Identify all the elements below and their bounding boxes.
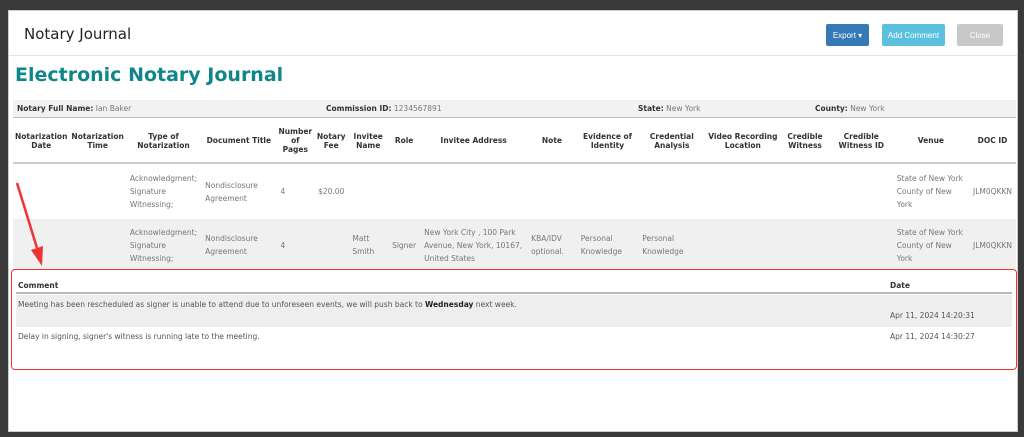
notary-name: Notary Full Name: Ian Baker [17,104,132,113]
commission-id: Commission ID: 1234567891 [326,104,442,113]
table-cell: State of New York County of New York [896,174,963,209]
state: State: New York [638,104,701,113]
table-cell: Nondisclosure Agreement [205,234,258,256]
table-cell: State of New York County of New York [896,227,963,263]
modal-title: Notary Journal [24,25,132,43]
county: County: New York [815,104,885,113]
notary-journal-modal: Notary Journal Export ▾ Add Comment Clos… [8,10,1018,432]
comment-row: Delay in signing, signer's witness is ru… [16,327,1012,347]
column-header: Venue [892,119,970,164]
date-column-header: Date [890,281,910,290]
page-title: Electronic Notary Journal [15,64,284,86]
table-cell: 4 [280,187,286,196]
table-cell: Nondisclosure Agreement [205,180,258,203]
table-cell [780,163,830,219]
comment-column-header: Comment [18,281,59,290]
table-cell: Personal Knowledge [642,234,684,256]
table-cell: JLM0QKKN [973,187,1012,196]
table-cell: New York City , 100 Park Avenue, New Yor… [424,227,523,263]
column-header: DOC ID [969,119,1016,164]
table-cell: $20.00 [318,187,345,196]
table-cell [705,163,780,219]
table-cell [420,163,527,219]
comments-header: Comment Date [16,278,1012,294]
table-cell [13,219,69,271]
table-cell [830,219,893,271]
column-header: Evidence of Identity [576,119,639,164]
comment-date: Apr 11, 2024 14:30:27 [890,332,975,341]
table-cell [830,163,893,219]
comment-date: Apr 11, 2024 14:20:31 [890,311,975,320]
table-cell: 4 [280,240,286,250]
table-cell [13,163,69,219]
table-cell [705,219,780,271]
table-cell [314,219,348,271]
column-header: Invitee Name [348,119,389,164]
comment-text: Meeting has been rescheduled as signer i… [18,300,517,309]
column-header: Notarization Date [13,119,70,164]
column-header: Invitee Address [420,119,528,164]
column-header: Notarization Time [69,119,126,164]
export-button[interactable]: Export ▾ [826,24,869,46]
modal-header: Notary Journal Export ▾ Add Comment Clos… [9,11,1017,56]
table-cell: Acknowledgment; Signature Witnessing; [129,174,198,209]
table-cell: KBA/IDV optional. [531,234,564,256]
journal-table: Notarization Date Notarization Time Type o… [13,119,1016,271]
column-header: Credential Analysis [638,119,706,164]
table-cell [638,163,705,219]
column-header: Notary Fee [314,119,349,164]
column-header: Note [527,119,577,164]
table-cell: Personal Knowledge [580,234,622,256]
table-cell [577,163,638,219]
table-header: Notarization Date Notarization Time Type o… [13,119,1016,164]
column-header: Document Title [201,119,277,164]
table-row: Acknowledgment; Signature Witnessing; Non… [13,219,1016,271]
table-cell: Acknowledgment; Signature Witnessing; [129,227,198,263]
table-cell [348,163,388,219]
table-cell [527,163,577,219]
column-header: Number of Pages [276,119,315,164]
comments-section: Comment Date Meeting has been reschedule… [11,269,1017,370]
table-cell [69,219,125,271]
add-comment-button[interactable]: Add Comment [882,24,945,46]
table-cell [780,219,830,271]
column-header: Credible Witness ID [829,119,893,164]
notary-info-bar: Notary Full Name: Ian Baker Commission I… [13,100,1016,118]
close-button[interactable]: Close [957,24,1003,46]
comment-text: Delay in signing, signer's witness is ru… [18,332,260,341]
table-cell: JLM0QKKN [973,240,1012,250]
table-cell: Signer [392,240,417,250]
export-label: Export [832,30,856,40]
table-row: Acknowledgment; Signature Witnessing; Non… [13,163,1016,219]
table-cell: Matt Smith [352,234,375,256]
column-header: Role [388,119,421,164]
column-header: Video Recording Location [705,119,781,164]
column-header: Type of Notarization [125,119,202,164]
column-header: Credible Witness [780,119,830,164]
table-cell [388,163,420,219]
table-cell [69,163,125,219]
comment-row: Meeting has been rescheduled as signer i… [16,295,1012,327]
caret-down-icon: ▾ [858,30,863,40]
